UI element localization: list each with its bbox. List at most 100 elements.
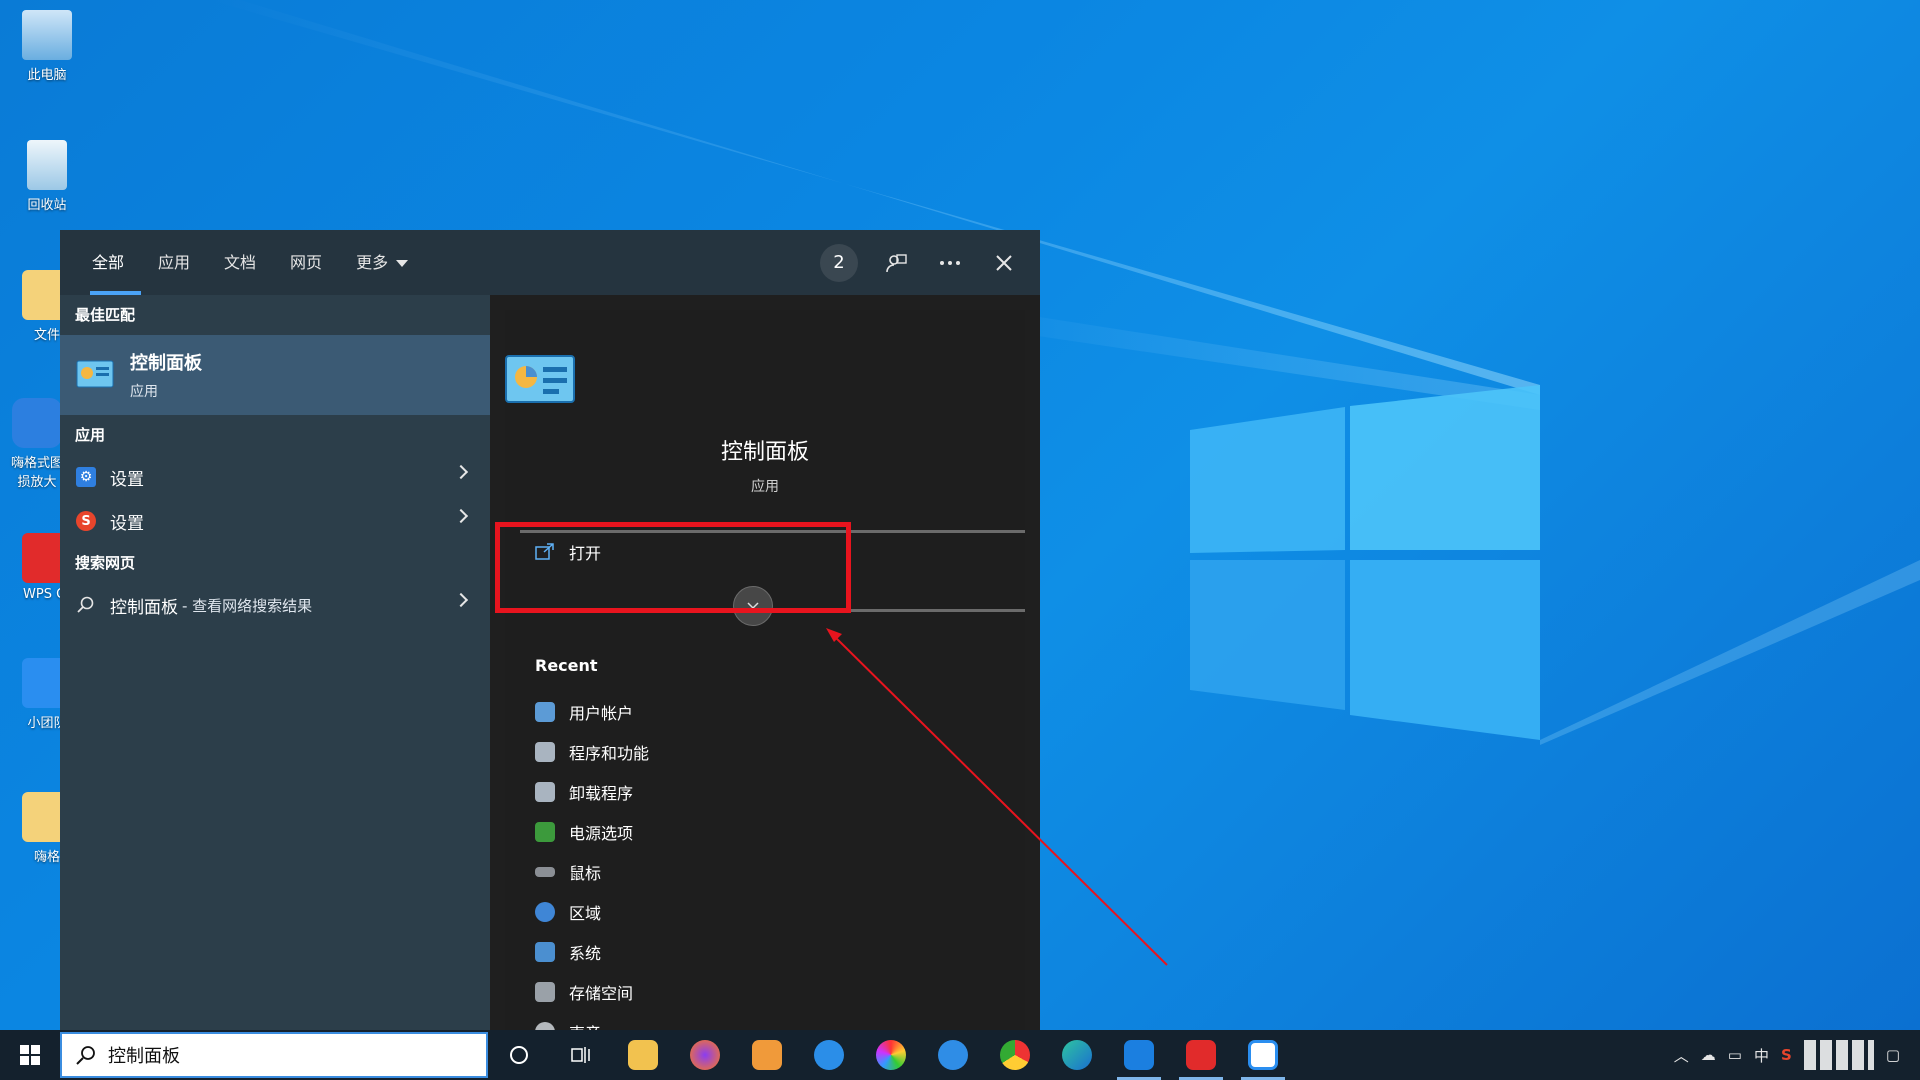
web-search-heading: 搜索网页 — [75, 554, 136, 572]
recent-heading: Recent — [535, 656, 598, 675]
detail-pane: 控制面板 应用 打开 Recent 用户帐户 程序和功能 卸载程序 电源选项 鼠… — [505, 310, 1025, 1043]
apps-heading: 应用 — [75, 426, 106, 444]
paper-plane-app-icon — [938, 1040, 968, 1070]
programs-icon — [535, 782, 555, 802]
taskbar-app-firefox[interactable] — [674, 1030, 736, 1080]
recent-item-label: 卸载程序 — [569, 784, 634, 803]
recent-item-user-accounts[interactable]: 用户帐户 — [535, 692, 649, 732]
chevron-right-icon[interactable] — [453, 508, 469, 524]
desktop-icon-label: 回收站 — [27, 198, 67, 213]
feedback-icon[interactable] — [880, 247, 912, 279]
search-panel-header: 全部 应用 文档 网页 更多 2 — [60, 230, 1040, 295]
edge-icon — [1062, 1040, 1092, 1070]
input-method-indicator[interactable]: 中 — [1754, 1045, 1769, 1066]
taskbar-app-ie[interactable] — [798, 1030, 860, 1080]
recent-item-power[interactable]: 电源选项 — [535, 812, 649, 852]
app-result-label: 设置 — [110, 513, 144, 534]
recycle-bin-icon — [27, 140, 67, 190]
search-icon — [76, 595, 96, 615]
onedrive-cloud-icon[interactable]: ☁ — [1701, 1046, 1716, 1064]
taskbar-search-input[interactable]: 控制面板 — [60, 1032, 488, 1078]
recent-item-label: 系统 — [569, 944, 602, 963]
notification-icon[interactable]: ▢ — [1886, 1046, 1900, 1064]
desktop-icon-recycle-bin[interactable]: 回收站 — [10, 140, 84, 213]
taskbar-app-image-viewer[interactable] — [736, 1030, 798, 1080]
image-app-icon — [752, 1040, 782, 1070]
recent-list: 用户帐户 程序和功能 卸载程序 电源选项 鼠标 区域 系统 存储空间 声音 — [535, 692, 649, 1052]
recent-item-storage[interactable]: 存储空间 — [535, 972, 649, 1012]
control-panel-icon — [76, 360, 114, 388]
desktop-icon-label: 文件 — [33, 328, 60, 343]
app-result-settings[interactable]: ⚙ 设置 — [60, 455, 490, 499]
control-panel-large-icon — [505, 355, 575, 403]
clock-area[interactable] — [1803, 1040, 1874, 1070]
globe-icon — [535, 902, 555, 922]
recent-item-region[interactable]: 区域 — [535, 892, 649, 932]
recent-item-programs[interactable]: 程序和功能 — [535, 732, 649, 772]
sogou-icon: S — [76, 511, 96, 531]
taskbar-app-feishu[interactable] — [922, 1030, 984, 1080]
task-view-button[interactable] — [550, 1030, 612, 1080]
tab-web[interactable]: 网页 — [273, 230, 339, 295]
battery-icon[interactable]: ▭ — [1728, 1046, 1742, 1064]
more-options-icon[interactable] — [934, 247, 966, 279]
search-panel: 全部 应用 文档 网页 更多 2 最佳匹配 控制面板 应用 应用 ⚙ 设置 S … — [60, 230, 1040, 1043]
caret-down-icon — [396, 260, 409, 267]
taskbar-app-chrome[interactable] — [984, 1030, 1046, 1080]
tab-all[interactable]: 全部 — [75, 230, 142, 295]
cortana-circle-icon — [510, 1046, 528, 1064]
recent-item-label: 存储空间 — [569, 984, 634, 1003]
detail-title: 控制面板 — [720, 440, 809, 465]
best-match-text: 控制面板 应用 — [130, 349, 202, 401]
taskbar-app-wps[interactable] — [1170, 1030, 1232, 1080]
recent-item-system[interactable]: 系统 — [535, 932, 649, 972]
chevron-right-icon[interactable] — [453, 464, 469, 480]
cortana-button[interactable] — [488, 1030, 550, 1080]
taskbar-app-team[interactable] — [1232, 1030, 1294, 1080]
chevron-up-icon[interactable]: ︿ — [1674, 1045, 1689, 1066]
computer-icon — [22, 10, 72, 60]
chevron-right-icon[interactable] — [453, 592, 469, 608]
tab-documents[interactable]: 文档 — [207, 230, 273, 295]
lark-app-icon — [1124, 1040, 1154, 1070]
folder-icon — [628, 1040, 658, 1070]
header-actions: 2 — [820, 230, 1020, 295]
tab-more[interactable]: 更多 — [339, 230, 425, 295]
windows-logo — [1190, 385, 1540, 740]
best-match-type: 应用 — [130, 384, 158, 400]
desktop-icon-label: 嗨格 — [33, 850, 60, 865]
recent-item-uninstall[interactable]: 卸载程序 — [535, 772, 649, 812]
detail-subtitle: 应用 — [751, 479, 779, 495]
recent-item-label: 程序和功能 — [569, 744, 650, 763]
search-icon — [76, 1046, 95, 1065]
recent-item-mouse[interactable]: 鼠标 — [535, 852, 649, 892]
web-search-hint: - 查看网络搜索结果 — [182, 596, 313, 615]
team-app-icon — [1248, 1040, 1278, 1070]
wps-icon — [1186, 1040, 1216, 1070]
battery-icon — [535, 822, 555, 842]
storage-icon — [535, 982, 555, 1002]
tab-apps[interactable]: 应用 — [141, 230, 207, 295]
taskbar-app-lark[interactable] — [1108, 1030, 1170, 1080]
recent-item-label: 用户帐户 — [569, 704, 634, 723]
desktop-icon-this-pc[interactable]: 此电脑 — [10, 10, 84, 83]
gear-icon: ⚙ — [76, 467, 96, 487]
close-icon[interactable] — [988, 247, 1020, 279]
taskbar-app-file-explorer[interactable] — [612, 1030, 674, 1080]
sogou-tray-icon[interactable]: S — [1781, 1046, 1792, 1064]
rewards-badge[interactable]: 2 — [820, 243, 858, 282]
recent-item-label: 鼠标 — [569, 864, 602, 883]
start-button[interactable] — [0, 1030, 60, 1080]
taskbar-app-colorful[interactable] — [860, 1030, 922, 1080]
owl-app-icon — [12, 398, 62, 448]
recent-item-label: 区域 — [569, 904, 602, 923]
users-icon — [535, 702, 555, 722]
web-search-result[interactable]: 控制面板 - 查看网络搜索结果 — [60, 583, 490, 627]
best-match-item[interactable]: 控制面板 应用 — [60, 335, 490, 415]
results-column: 最佳匹配 控制面板 应用 应用 ⚙ 设置 S 设置 搜索网页 控制面板 - 查看… — [60, 295, 490, 1030]
tab-more-label: 更多 — [356, 253, 389, 272]
taskbar-app-edge[interactable] — [1046, 1030, 1108, 1080]
app-result-settings-sogou[interactable]: S 设置 — [60, 499, 490, 543]
mouse-icon — [535, 867, 555, 877]
color-wheel-icon — [876, 1040, 906, 1070]
